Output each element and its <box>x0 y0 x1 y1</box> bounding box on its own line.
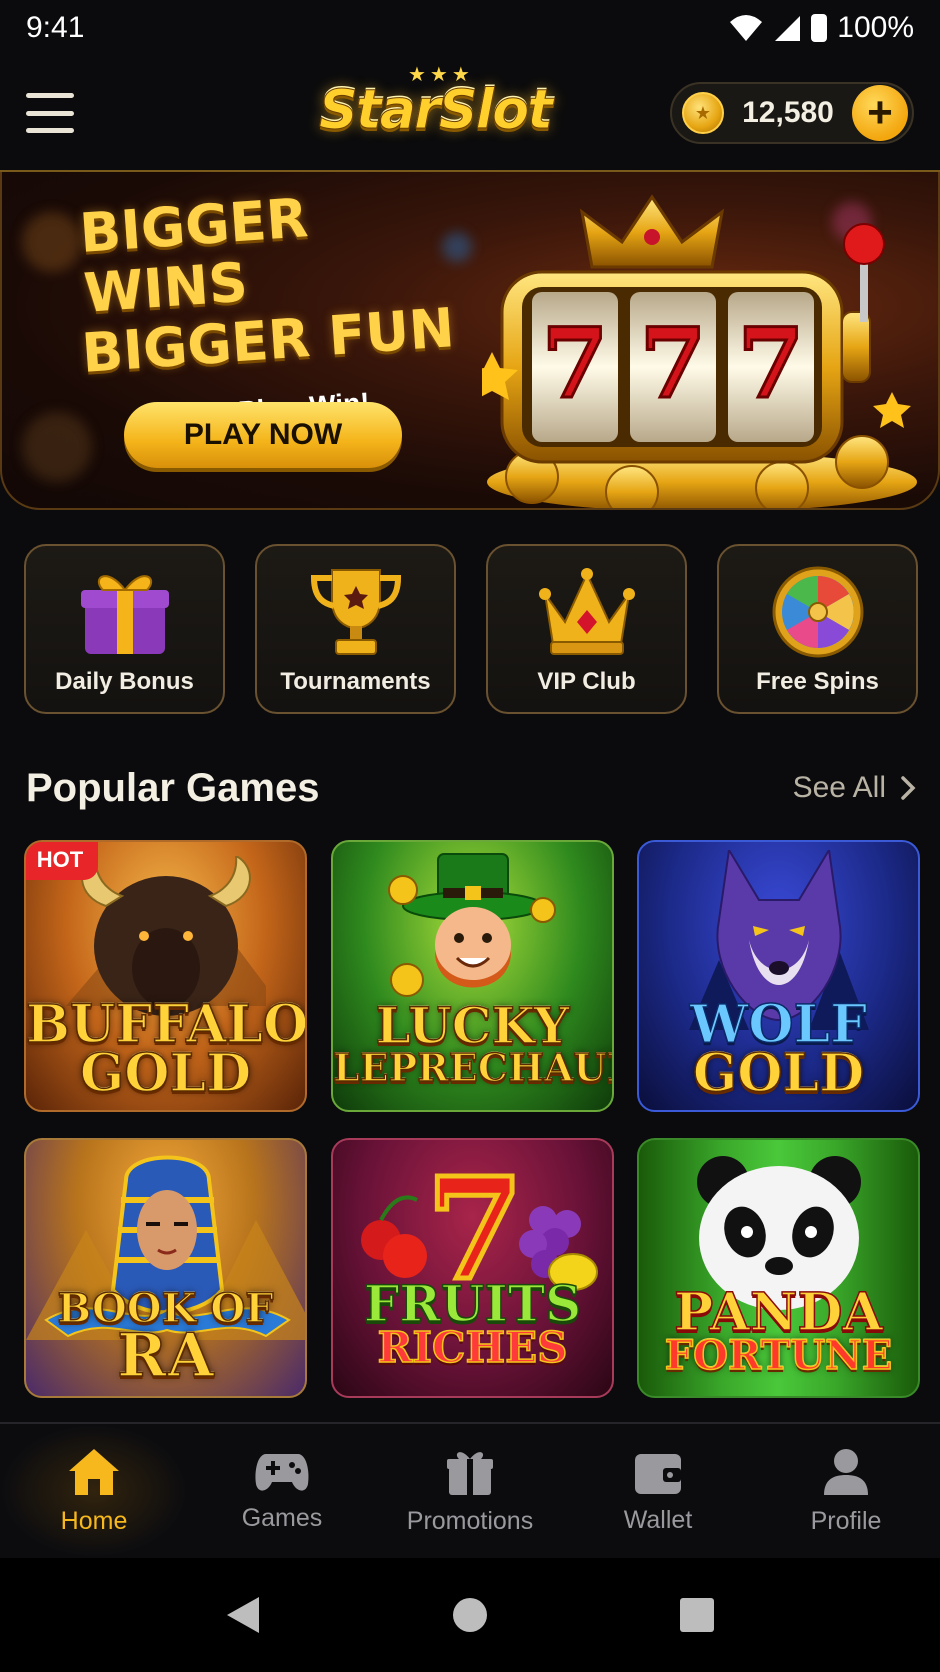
trophy-icon <box>310 569 401 655</box>
nav-profile[interactable]: Profile <box>752 1424 940 1558</box>
nav-label: Games <box>241 1503 323 1532</box>
game-title: FRUITS RICHES <box>363 1274 582 1372</box>
quick-action-label: Tournaments <box>280 668 431 695</box>
menu-icon[interactable] <box>26 93 74 133</box>
wifi-icon <box>730 15 763 41</box>
nav-label: Profile <box>810 1506 882 1535</box>
nav-label: Home <box>60 1506 128 1535</box>
game-tile-wolf-gold[interactable]: WOLF GOLD <box>637 840 920 1112</box>
user-icon <box>824 1448 868 1495</box>
battery-percent: 100% <box>837 11 914 44</box>
quick-actions: Daily Bonus Tournaments VIP Club Free Sp… <box>24 544 918 714</box>
system-nav-bar <box>0 1558 940 1672</box>
game-tile-fruits-riches[interactable]: 7 FRUITS RICHES <box>331 1138 614 1398</box>
add-coins-button[interactable]: + <box>851 85 908 141</box>
game-title: BUFFALO GOLD <box>26 994 307 1105</box>
home-icon <box>69 1448 119 1495</box>
back-icon[interactable] <box>225 1595 261 1635</box>
quick-action-label: Free Spins <box>756 668 879 695</box>
tournaments-button[interactable]: Tournaments <box>255 544 456 714</box>
vip-club-button[interactable]: VIP Club <box>486 544 687 714</box>
hero-text: BIGGER WINS BIGGER FUN Spin. Play. Win! <box>78 186 482 432</box>
signal-icon <box>775 16 801 41</box>
free-spins-button[interactable]: Free Spins <box>717 544 918 714</box>
see-all-link[interactable]: See All <box>793 771 916 805</box>
game-tile-lucky-leprechaun[interactable]: LUCKY LEPRECHAUN <box>331 840 614 1112</box>
game-title: WOLF GOLD <box>689 994 868 1105</box>
status-icons: 100% <box>729 11 914 45</box>
svg-text:7: 7 <box>640 307 707 420</box>
game-title: LUCKY LEPRECHAUN <box>333 996 614 1090</box>
game-tile-buffalo-gold[interactable]: BUFFALO GOLD HOT <box>24 840 307 1112</box>
crown-icon <box>538 568 635 655</box>
bottom-nav: Home Games Promotions Wallet Profile <box>0 1422 940 1558</box>
gamepad-icon <box>255 1453 309 1491</box>
app-logo: ★★★ StarSlot <box>300 62 570 152</box>
coin-icon: ★ <box>682 92 724 134</box>
svg-text:7: 7 <box>542 307 609 420</box>
play-now-button[interactable]: PLAY NOW <box>124 402 402 468</box>
wheel-icon <box>772 566 863 658</box>
slot-machine-icon: 7 7 7 <box>482 194 917 508</box>
quick-action-label: Daily Bonus <box>55 668 194 695</box>
nav-label: Promotions <box>406 1506 534 1535</box>
game-tile-panda-fortune[interactable]: PANDA FORTUNE <box>637 1138 920 1398</box>
quick-action-label: VIP Club <box>537 668 636 695</box>
svg-text:7: 7 <box>738 307 805 420</box>
status-time: 9:41 <box>26 11 85 44</box>
see-all-label: See All <box>792 771 886 804</box>
gift-icon <box>80 575 169 654</box>
logo-text: StarSlot <box>318 77 553 141</box>
wallet-icon <box>635 1453 681 1494</box>
game-tile-book-of-ra[interactable]: BOOK OF RA <box>24 1138 307 1398</box>
balance-amount: 12,580 <box>742 96 834 129</box>
popular-games-header: Popular Games See All <box>26 760 916 816</box>
nav-games[interactable]: Games <box>188 1424 376 1558</box>
recents-icon[interactable] <box>679 1597 715 1633</box>
battery-icon <box>811 14 828 42</box>
game-title: PANDA FORTUNE <box>664 1282 893 1380</box>
section-title: Popular Games <box>26 765 320 810</box>
hero-banner[interactable]: BIGGER WINS BIGGER FUN Spin. Play. Win! … <box>0 172 940 510</box>
hot-badge: HOT <box>26 842 98 880</box>
chevron-right-icon <box>901 776 916 800</box>
nav-wallet[interactable]: Wallet <box>564 1424 752 1558</box>
daily-bonus-button[interactable]: Daily Bonus <box>24 544 225 714</box>
coin-balance[interactable]: ★ 12,580 + <box>670 82 914 144</box>
gift-icon <box>447 1451 493 1495</box>
status-bar: 9:41 100% <box>0 0 940 56</box>
nav-promotions[interactable]: Promotions <box>376 1424 564 1558</box>
nav-home[interactable]: Home <box>0 1424 188 1558</box>
logo-stars-icon: ★★★ <box>408 62 474 86</box>
nav-label: Wallet <box>623 1505 693 1534</box>
home-circle-icon[interactable] <box>452 1597 488 1633</box>
app-header: ★★★ StarSlot ★ 12,580 + <box>0 56 940 172</box>
game-title: BOOK OF RA <box>57 1285 275 1391</box>
